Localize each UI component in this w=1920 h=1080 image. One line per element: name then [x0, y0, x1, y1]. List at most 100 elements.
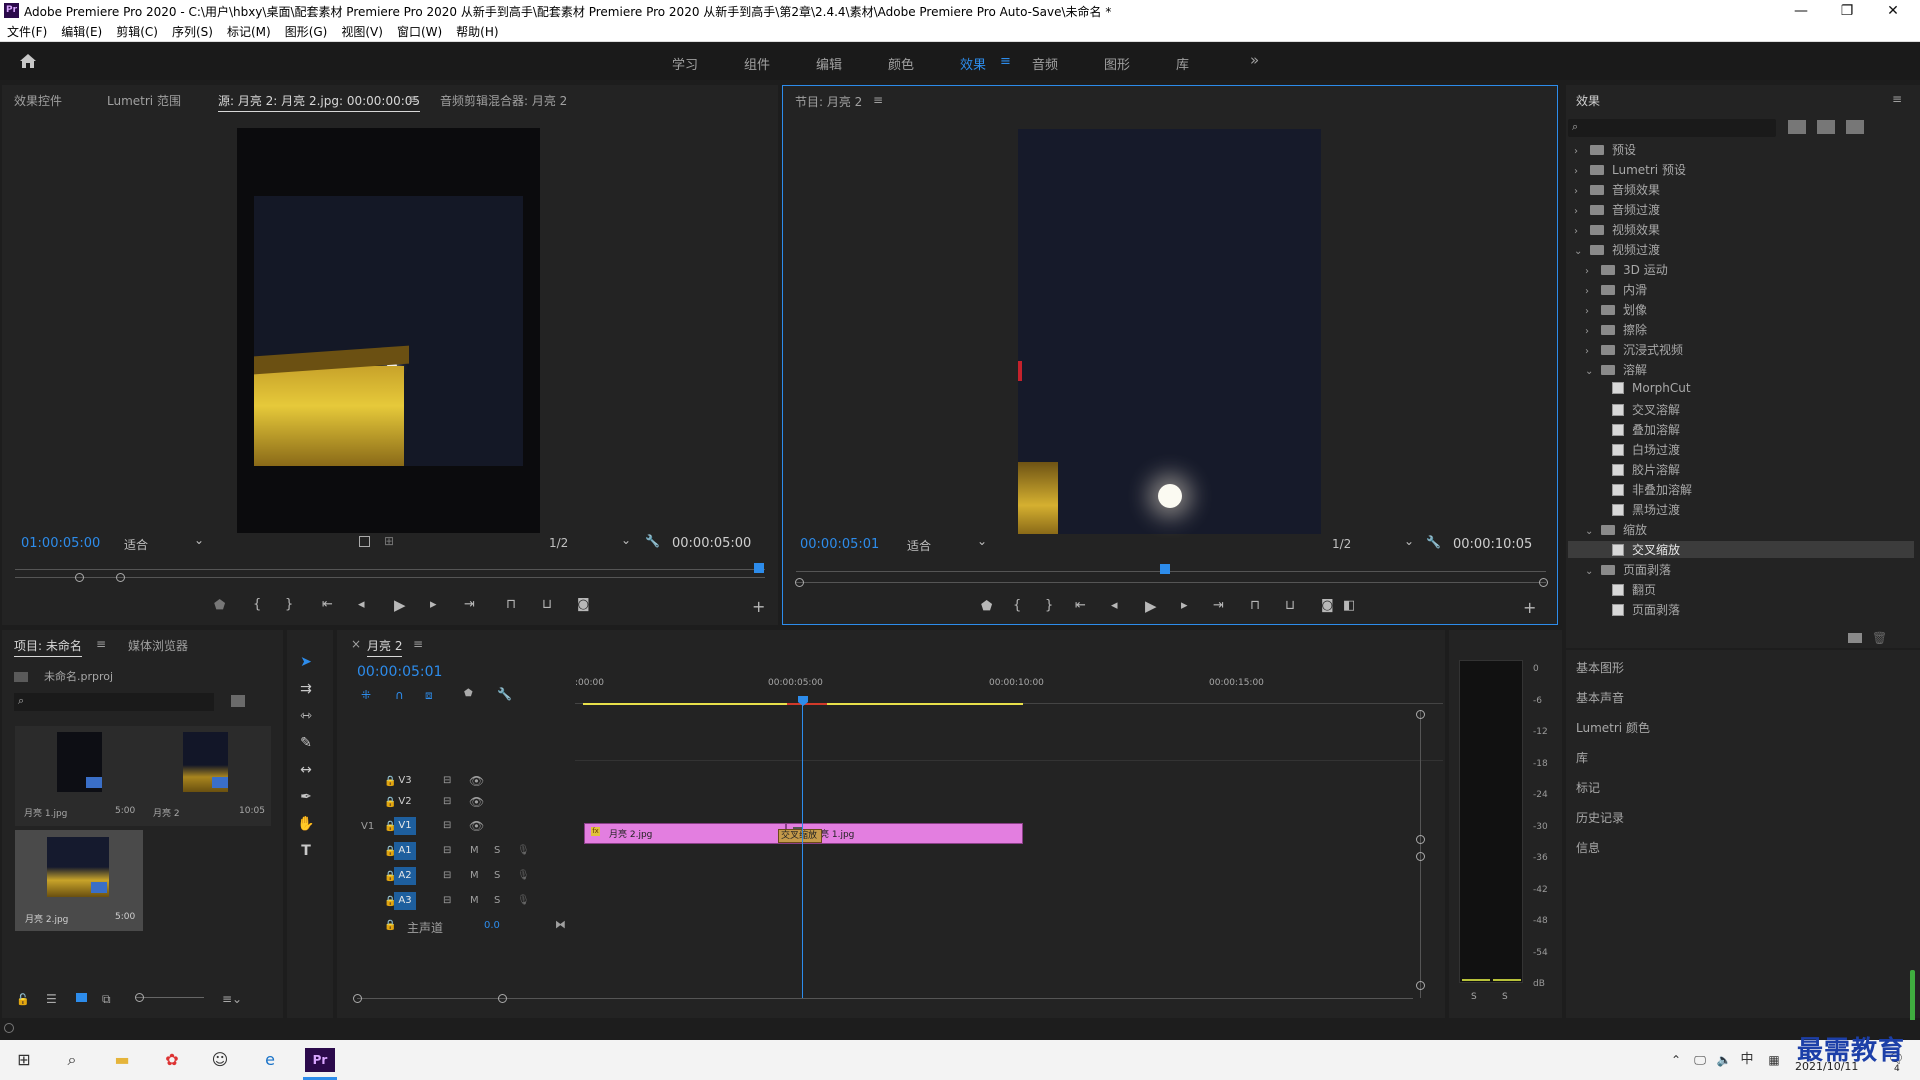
go-to-in-icon[interactable]: ⇤	[1075, 598, 1086, 613]
hand-tool-icon[interactable]: ✋	[296, 814, 316, 834]
workspace-effects[interactable]: 效果	[960, 54, 986, 73]
program-time-ruler[interactable]	[796, 560, 1546, 572]
panel-info[interactable]: 信息	[1576, 839, 1600, 856]
effects-folder[interactable]: › Lumetri 预设	[1574, 161, 1686, 178]
menu-window[interactable]: 窗口(W)	[390, 22, 449, 42]
windows-start-icon[interactable]: ⊞	[12, 1048, 36, 1072]
chevron-right-icon[interactable]: ›	[1585, 306, 1595, 317]
effect-item[interactable]: 叠加溶解	[1596, 421, 1680, 438]
mark-in-icon[interactable]: {	[1013, 598, 1021, 613]
zoom-handle-left[interactable]	[353, 994, 362, 1003]
snap-icon[interactable]: ∩	[395, 688, 404, 702]
lock-icon[interactable]: 🔒	[384, 920, 396, 931]
source-fit-dropdown[interactable]: 适合	[124, 533, 206, 553]
menu-file[interactable]: 文件(F)	[0, 22, 54, 42]
scroll-handle[interactable]	[1416, 710, 1425, 719]
chevron-right-icon[interactable]: ›	[1585, 326, 1595, 337]
tab-sequence[interactable]: 月亮 2	[367, 637, 403, 657]
step-back-icon[interactable]: ◂	[1111, 598, 1118, 613]
tab-source[interactable]: 源: 月亮 2: 月亮 2.jpg: 00:00:00:05	[218, 92, 421, 112]
network-icon[interactable]: 🖵	[1688, 1048, 1712, 1072]
program-playhead[interactable]	[1160, 564, 1170, 574]
chevron-right-icon[interactable]: ›	[1574, 186, 1584, 197]
slip-tool-icon[interactable]: ↔	[296, 760, 316, 780]
project-item-selected[interactable]: 月亮 2.jpg 5:00	[15, 830, 143, 931]
effects-folder[interactable]: › 划像	[1585, 301, 1647, 318]
effects-folder[interactable]: › 沉浸式视频	[1585, 341, 1683, 358]
mute-button[interactable]: M	[470, 895, 479, 906]
mute-button[interactable]: M	[470, 845, 479, 856]
meter-solo-right[interactable]: S	[1502, 992, 1508, 1002]
sync-lock-icon[interactable]: ⊟	[443, 796, 451, 807]
solo-button[interactable]: S	[494, 845, 500, 856]
program-add-button-icon[interactable]: +	[1523, 598, 1536, 617]
export-frame-icon[interactable]: ◙	[577, 597, 590, 612]
timeline-zoom-bar[interactable]	[357, 998, 1413, 999]
chevron-down-icon[interactable]: ⌄	[1574, 246, 1584, 257]
ripple-edit-tool-icon[interactable]: ⇿	[296, 706, 316, 726]
sort-icon[interactable]: ≡⌄	[222, 992, 242, 1006]
mute-button[interactable]: M	[470, 870, 479, 881]
effect-item[interactable]: 页面剥落	[1596, 601, 1680, 618]
list-view-icon[interactable]: ☰	[46, 992, 57, 1006]
panel-history[interactable]: 历史记录	[1576, 809, 1624, 826]
effects-menu-icon[interactable]: ≡	[1892, 92, 1902, 106]
program-resolution-dropdown[interactable]: 1/2	[1332, 534, 1416, 554]
mark-in-icon[interactable]: {	[253, 597, 261, 612]
search-icon[interactable]: ⌕	[60, 1048, 84, 1072]
tab-audio-clip-mixer[interactable]: 音频剪辑混合器: 月亮 2	[440, 92, 567, 109]
wrench-icon[interactable]: 🔧	[645, 534, 660, 548]
effect-item[interactable]: 翻页	[1596, 581, 1656, 598]
chevron-right-icon[interactable]: ›	[1585, 346, 1595, 357]
menu-help[interactable]: 帮助(H)	[449, 22, 505, 42]
track-label-a1[interactable]: A1	[394, 842, 416, 860]
step-forward-icon[interactable]: ▸	[1181, 598, 1188, 613]
mark-out-icon[interactable]: }	[1045, 598, 1053, 613]
chevron-down-icon[interactable]: ⌄	[1585, 526, 1595, 537]
icon-view-icon[interactable]	[76, 993, 87, 1002]
chevron-right-icon[interactable]: ›	[1574, 146, 1584, 157]
workspace-libraries[interactable]: 库	[1176, 54, 1189, 73]
panel-essential-sound[interactable]: 基本声音	[1576, 689, 1624, 706]
insert-edit-icon[interactable]: ⊞	[384, 534, 394, 548]
ime-indicator[interactable]: 中	[1735, 1048, 1759, 1072]
comparison-view-icon[interactable]: ◧	[1343, 598, 1355, 613]
meter-solo-left[interactable]: S	[1471, 992, 1477, 1002]
source-timecode-current[interactable]: 01:00:05:00	[21, 536, 100, 551]
menu-edit[interactable]: 编辑(E)	[54, 22, 109, 42]
razor-tool-icon[interactable]: ✎	[296, 733, 316, 753]
menu-sequence[interactable]: 序列(S)	[165, 22, 220, 42]
play-icon[interactable]: ▶	[1145, 597, 1157, 615]
sync-lock-icon[interactable]: ⊟	[443, 820, 451, 831]
workspace-menu-icon[interactable]: ≡	[1000, 54, 1011, 69]
tray-up-arrow-icon[interactable]: ⌃	[1664, 1048, 1688, 1072]
panel-essential-graphics[interactable]: 基本图形	[1576, 659, 1624, 676]
tab-effect-controls[interactable]: 效果控件	[14, 92, 62, 109]
effects-folder[interactable]: ⌄ 页面剥落	[1585, 561, 1671, 578]
chevron-right-icon[interactable]: ›	[1574, 226, 1584, 237]
source-settings-icon[interactable]	[359, 536, 370, 547]
panel-lumetri-color[interactable]: Lumetri 颜色	[1576, 719, 1650, 736]
paint-app-icon[interactable]: ✿	[160, 1048, 184, 1072]
go-to-end-icon[interactable]: ⧓	[555, 918, 566, 931]
timeline-tab-menu-icon[interactable]: ≡	[413, 637, 423, 651]
source-add-button-icon[interactable]: +	[752, 597, 765, 616]
overwrite-icon[interactable]: ⊔	[542, 597, 552, 612]
effect-item[interactable]: 胶片溶解	[1596, 461, 1680, 478]
chevron-right-icon[interactable]: ›	[1574, 206, 1584, 217]
sync-lock-icon[interactable]: ⊟	[443, 845, 451, 856]
track-select-tool-icon[interactable]: ⇉	[296, 679, 316, 699]
eye-icon[interactable]: 👁	[469, 819, 484, 833]
effect-item[interactable]: MorphCut	[1596, 381, 1691, 395]
effects-folder[interactable]: › 内滑	[1585, 281, 1647, 298]
thumbnail-size-slider[interactable]	[136, 997, 204, 998]
workspace-assembly[interactable]: 组件	[744, 54, 770, 73]
thumbnail-size-handle[interactable]	[135, 993, 144, 1002]
insert-icon[interactable]: ⊓	[506, 597, 516, 612]
effects-folder[interactable]: ⌄ 视频过渡	[1574, 241, 1660, 258]
project-item[interactable]: 月亮 2 10:05	[143, 726, 271, 826]
program-zoom-bar[interactable]	[796, 582, 1546, 583]
eye-icon[interactable]: 👁	[469, 795, 484, 809]
close-window-button[interactable]: ✕	[1870, 0, 1916, 22]
eye-icon[interactable]: 👁	[469, 774, 484, 788]
